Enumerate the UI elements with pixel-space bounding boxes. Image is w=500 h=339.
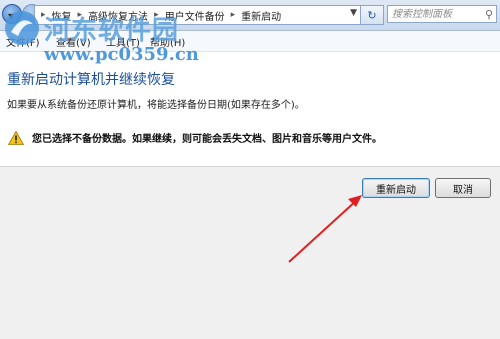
search-icon: ⚲	[484, 8, 493, 21]
chevron-right-icon: ▸	[230, 10, 236, 20]
restart-button[interactable]: 重新启动	[362, 178, 430, 198]
watermark-text: 河东软件园	[44, 16, 180, 46]
description-text: 如果要从系统备份还原计算机，将能选择备份日期(如果存在多个)。	[7, 100, 305, 111]
search-input[interactable]: 搜索控制面板 ⚲	[387, 5, 497, 23]
search-placeholder: 搜索控制面板	[392, 9, 452, 20]
refresh-icon: ↻	[367, 8, 377, 22]
warning-icon	[8, 130, 24, 145]
refresh-button[interactable]: ↻	[360, 5, 384, 25]
page-title: 重新启动计算机并继续恢复	[7, 72, 175, 88]
warning-text: 您已选择不备份数据。如果继续，则可能会丢失文档、图片和音乐等用户文件。	[32, 134, 382, 145]
warning-message: 您已选择不备份数据。如果继续，则可能会丢失文档、图片和音乐等用户文件。	[8, 130, 382, 145]
breadcrumb-item[interactable]: 重新启动	[241, 8, 281, 23]
watermark-url: www.pc0359.cn	[44, 44, 199, 65]
chevron-down-icon[interactable]: ▼	[350, 8, 357, 18]
cancel-button[interactable]: 取消	[435, 178, 491, 198]
watermark-logo-icon	[5, 11, 39, 45]
